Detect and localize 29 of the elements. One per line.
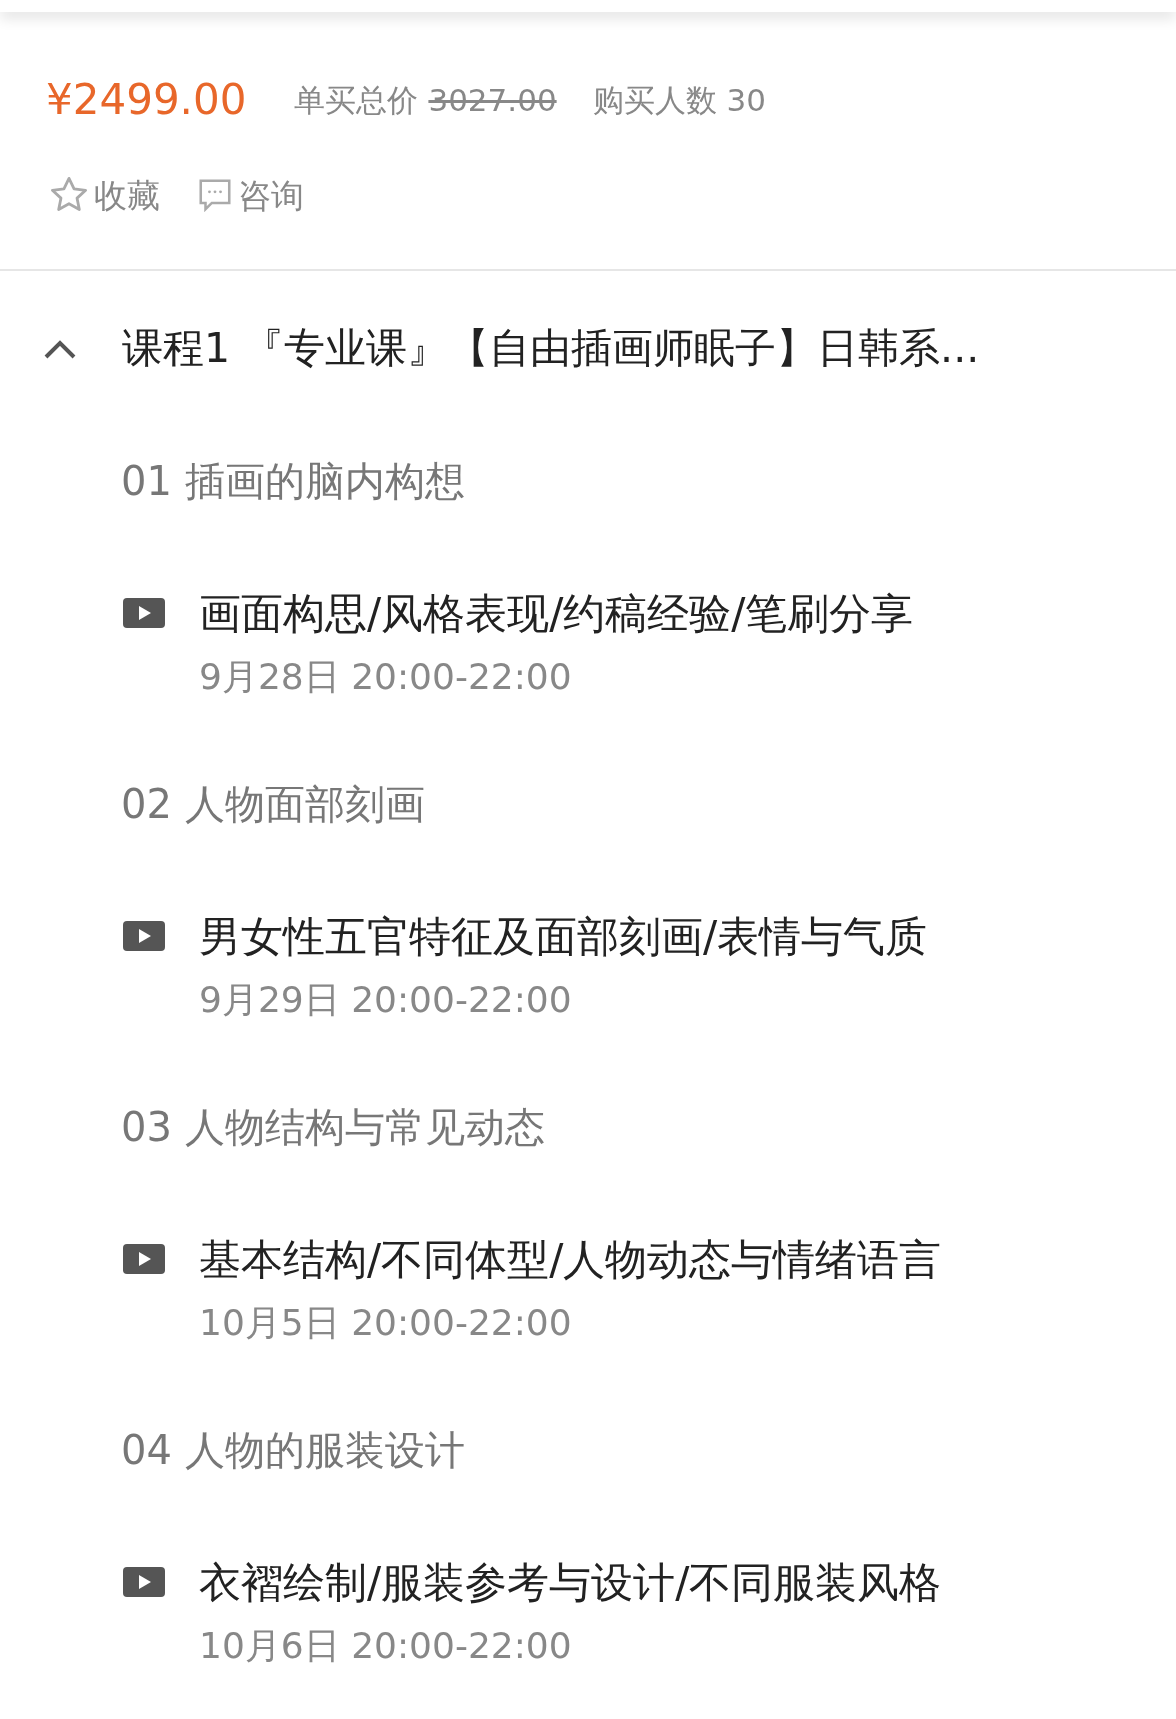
lesson-title: 基本结构/不同体型/人物动态与情绪语言: [199, 1233, 942, 1286]
consult-button[interactable]: 咨询: [196, 170, 304, 221]
original-price: 3027.00: [428, 80, 557, 120]
section-title: 03 人物结构与常见动态: [121, 1103, 545, 1152]
play-icon: [123, 921, 165, 951]
course-header[interactable]: 课程1 『专业课』【自由插画师眠子】日韩系...: [0, 270, 1176, 427]
section-title: 04 人物的服装设计: [121, 1426, 465, 1475]
buyer-count: 购买人数 30: [592, 80, 766, 120]
lesson-item[interactable]: 衣褶绘制/服装参考与设计/不同服装风格 10月6日 20:00-22:00: [0, 1504, 1176, 1670]
lesson-time: 10月5日 20:00-22:00: [199, 1301, 572, 1345]
lesson-item[interactable]: 男女性五官特征及面部刻画/表情与气质 9月29日 20:00-22:00: [0, 858, 1176, 1024]
course-title: 课程1 『专业课』【自由插画师眠子】日韩系...: [122, 323, 980, 375]
lesson-time: 9月29日 20:00-22:00: [199, 978, 572, 1022]
chat-icon: [196, 176, 234, 215]
lesson-time: 10月6日 20:00-22:00: [199, 1624, 572, 1668]
play-icon: [123, 598, 165, 628]
section-title: 01 插画的脑内构想: [121, 457, 465, 506]
lesson-title: 男女性五官特征及面部刻画/表情与气质: [199, 910, 928, 963]
lesson-item[interactable]: 画面构思/风格表现/约稿经验/笔刷分享 9月28日 20:00-22:00: [0, 535, 1176, 701]
lesson-item[interactable]: 基本结构/不同体型/人物动态与情绪语言 10月5日 20:00-22:00: [0, 1181, 1176, 1347]
play-icon: [123, 1567, 165, 1597]
current-price: ¥2499.00: [46, 74, 247, 127]
play-icon: [123, 1244, 165, 1274]
favorite-button[interactable]: 收藏: [48, 170, 160, 221]
lesson-time: 9月28日 20:00-22:00: [199, 655, 572, 699]
lesson-title: 衣褶绘制/服装参考与设计/不同服装风格: [199, 1556, 942, 1609]
section-title: 02 人物面部刻画: [121, 780, 425, 829]
lesson-title: 画面构思/风格表现/约稿经验/笔刷分享: [199, 587, 914, 640]
original-price-label: 单买总价: [294, 80, 419, 120]
